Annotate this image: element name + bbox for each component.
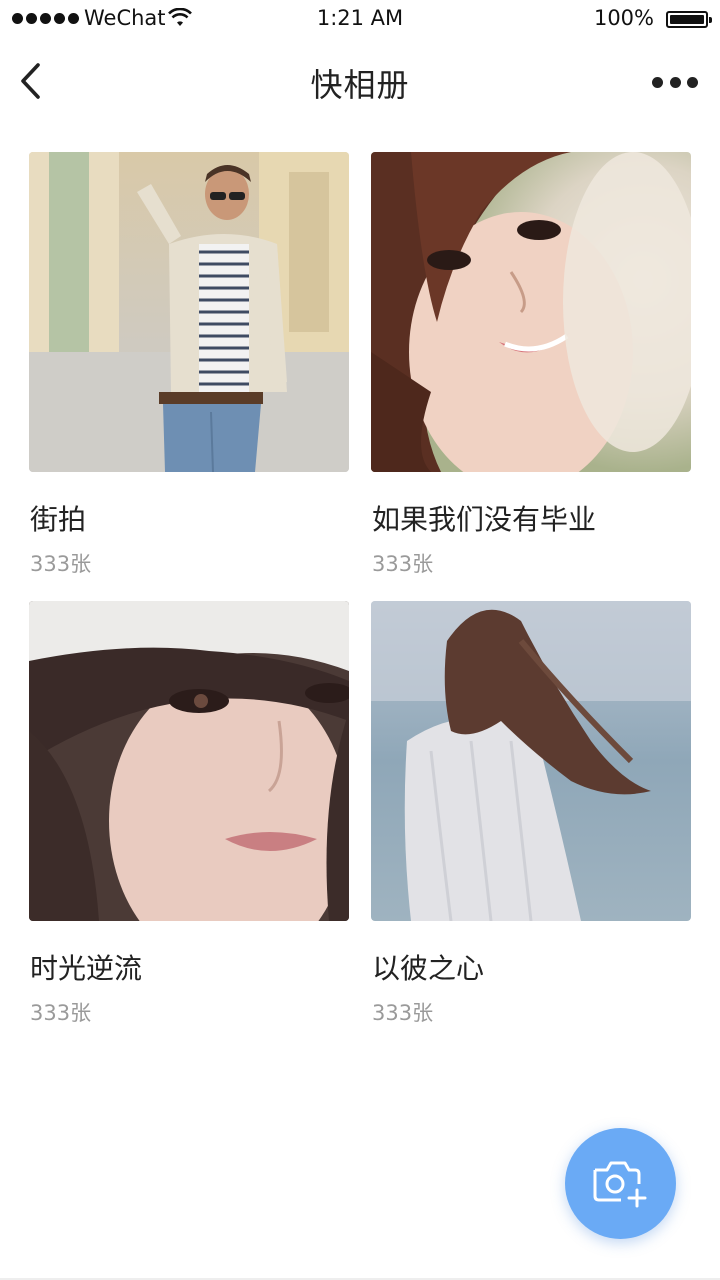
album-cover-image	[371, 152, 691, 472]
battery-percentage: 100%	[593, 6, 654, 30]
more-dots-icon	[652, 76, 663, 88]
more-button[interactable]	[652, 68, 698, 96]
page-title: 快相册	[310, 66, 410, 104]
album-name: 时光逆流	[30, 952, 143, 985]
album-card[interactable]: 街拍 333张	[29, 152, 349, 576]
album-card[interactable]: 以彼之心 333张	[371, 601, 691, 1025]
status-bar: WeChat 1:21 AM 100%	[0, 0, 720, 40]
album-photo-count: 333张	[372, 552, 434, 576]
add-photo-button[interactable]	[565, 1128, 676, 1239]
album-cover-image	[371, 601, 691, 921]
album-name: 以彼之心	[372, 952, 485, 985]
album-photo-count: 333张	[30, 1001, 92, 1025]
album-name: 街拍	[30, 503, 87, 536]
battery-icon	[666, 11, 712, 28]
camera-plus-icon	[593, 1161, 647, 1208]
album-cover-image	[29, 152, 349, 472]
album-photo-count: 333张	[30, 552, 92, 576]
album-photo-count: 333张	[372, 1001, 434, 1025]
album-card[interactable]: 如果我们没有毕业 333张	[371, 152, 691, 576]
album-cover-image	[29, 601, 349, 921]
album-name: 如果我们没有毕业	[372, 503, 597, 536]
album-card[interactable]: 时光逆流 333张	[29, 601, 349, 1025]
navigation-bar: 快相册	[0, 40, 720, 124]
